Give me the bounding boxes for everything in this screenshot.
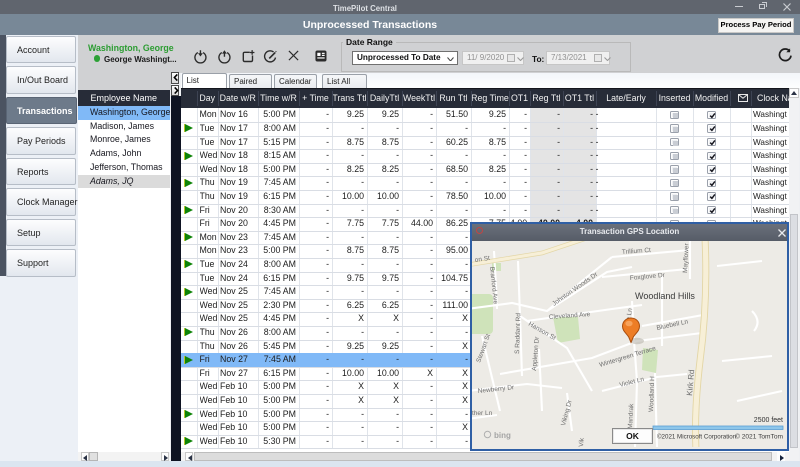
- svg-text:Mandrak: Mandrak: [627, 402, 635, 428]
- svg-text:Vik: Vik: [578, 436, 586, 446]
- svg-text:ther Ln: ther Ln: [472, 410, 493, 417]
- svg-text:2500 feet: 2500 feet: [754, 417, 783, 424]
- svg-text:Woodland Hills: Woodland Hills: [635, 291, 695, 301]
- svg-text:©2021 Microsoft Corporation: ©2021 Microsoft Corporation: [657, 433, 737, 440]
- svg-text:S Raddant Rd: S Raddant Rd: [514, 312, 522, 353]
- svg-text:© 2021 TomTom: © 2021 TomTom: [735, 432, 783, 440]
- svg-text:bing: bing: [494, 431, 511, 440]
- svg-text:Woodland H: Woodland H: [648, 375, 656, 411]
